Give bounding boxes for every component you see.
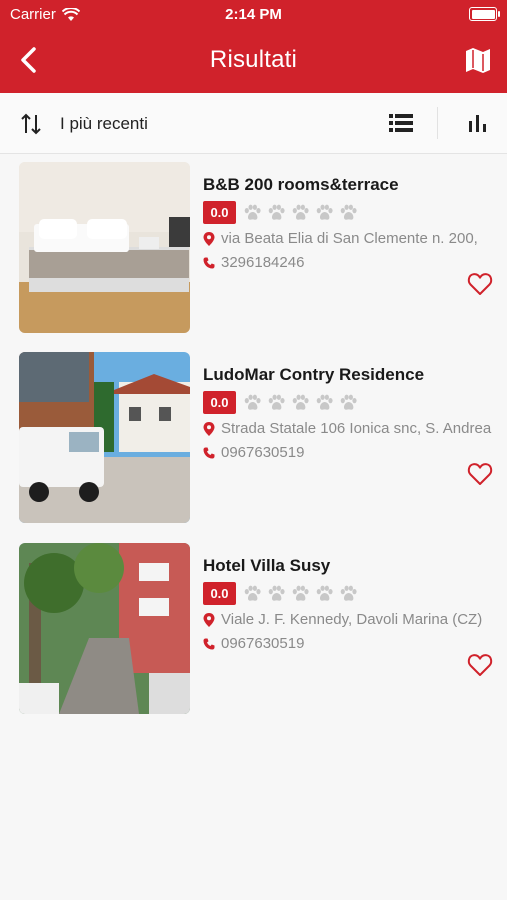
favorite-heart-icon[interactable] bbox=[467, 462, 493, 486]
toolbar-divider bbox=[437, 107, 438, 139]
hotel-address: Viale J. F. Kennedy, Davoli Marina (CZ) bbox=[221, 611, 483, 628]
address-row: Strada Statale 106 Ionica snc, S. Andrea bbox=[203, 420, 491, 437]
paw-icon bbox=[267, 393, 286, 412]
paw-rating bbox=[243, 203, 358, 222]
result-card[interactable]: LudoMar Contry Residence 0.0 Strada Stat… bbox=[19, 352, 499, 523]
phone-icon bbox=[203, 638, 215, 649]
hotel-phone[interactable]: 3296184246 bbox=[221, 254, 304, 271]
phone-row: 0967630519 bbox=[203, 444, 304, 461]
phone-icon bbox=[203, 257, 215, 268]
phone-row: 3296184246 bbox=[203, 254, 304, 271]
list-view-icon[interactable] bbox=[389, 113, 413, 133]
paw-rating bbox=[243, 584, 358, 603]
hotel-name[interactable]: LudoMar Contry Residence bbox=[203, 365, 424, 385]
address-row: Viale J. F. Kennedy, Davoli Marina (CZ) bbox=[203, 611, 482, 628]
paw-icon bbox=[315, 584, 334, 603]
status-bar: Carrier 2:14 PM bbox=[0, 0, 507, 28]
favorite-heart-icon[interactable] bbox=[467, 272, 493, 296]
paw-icon bbox=[243, 393, 262, 412]
phone-icon bbox=[203, 447, 215, 458]
page-title: Risultati bbox=[209, 46, 298, 73]
phone-row: 0967630519 bbox=[203, 635, 304, 652]
app-header: Carrier 2:14 PM Risultati bbox=[0, 0, 507, 93]
paw-icon bbox=[267, 584, 286, 603]
rating-badge: 0.0 bbox=[203, 201, 236, 224]
paw-icon bbox=[339, 393, 358, 412]
hotel-name[interactable]: B&B 200 rooms&terrace bbox=[203, 175, 399, 195]
paw-icon bbox=[291, 203, 310, 222]
paw-icon bbox=[315, 393, 334, 412]
result-card[interactable]: Hotel Villa Susy 0.0 Viale J. F. Kennedy… bbox=[19, 543, 499, 714]
hotel-address: via Beata Elia di San Clemente n. 200, bbox=[221, 230, 478, 247]
rating-badge: 0.0 bbox=[203, 582, 236, 605]
paw-icon bbox=[291, 584, 310, 603]
map-icon[interactable] bbox=[465, 45, 491, 75]
hotel-phone[interactable]: 0967630519 bbox=[221, 444, 304, 461]
paw-icon bbox=[291, 393, 310, 412]
paw-icon bbox=[339, 203, 358, 222]
rating-badge: 0.0 bbox=[203, 391, 236, 414]
bar-chart-icon[interactable] bbox=[467, 112, 489, 134]
location-pin-icon bbox=[203, 421, 215, 436]
address-row: via Beata Elia di San Clemente n. 200, bbox=[203, 230, 478, 247]
nav-bar: Risultati bbox=[0, 28, 507, 93]
hotel-photo[interactable] bbox=[19, 543, 190, 714]
paw-icon bbox=[315, 203, 334, 222]
status-time: 2:14 PM bbox=[225, 6, 282, 23]
paw-rating bbox=[243, 393, 358, 412]
paw-icon bbox=[243, 584, 262, 603]
hotel-address: Strada Statale 106 Ionica snc, S. Andrea bbox=[221, 420, 492, 437]
paw-icon bbox=[243, 203, 262, 222]
battery-icon bbox=[469, 7, 500, 21]
location-pin-icon bbox=[203, 612, 215, 627]
hotel-photo[interactable] bbox=[19, 162, 190, 333]
location-pin-icon bbox=[203, 231, 215, 246]
sort-label[interactable]: I più recenti bbox=[60, 114, 148, 134]
paw-icon bbox=[339, 584, 358, 603]
result-card[interactable]: B&B 200 rooms&terrace 0.0 via Beata Elia… bbox=[19, 162, 499, 333]
hotel-name[interactable]: Hotel Villa Susy bbox=[203, 556, 330, 576]
sort-toolbar: I più recenti bbox=[0, 93, 507, 154]
hotel-photo[interactable] bbox=[19, 352, 190, 523]
sort-icon[interactable] bbox=[20, 112, 42, 136]
paw-icon bbox=[267, 203, 286, 222]
hotel-phone[interactable]: 0967630519 bbox=[221, 635, 304, 652]
favorite-heart-icon[interactable] bbox=[467, 653, 493, 677]
